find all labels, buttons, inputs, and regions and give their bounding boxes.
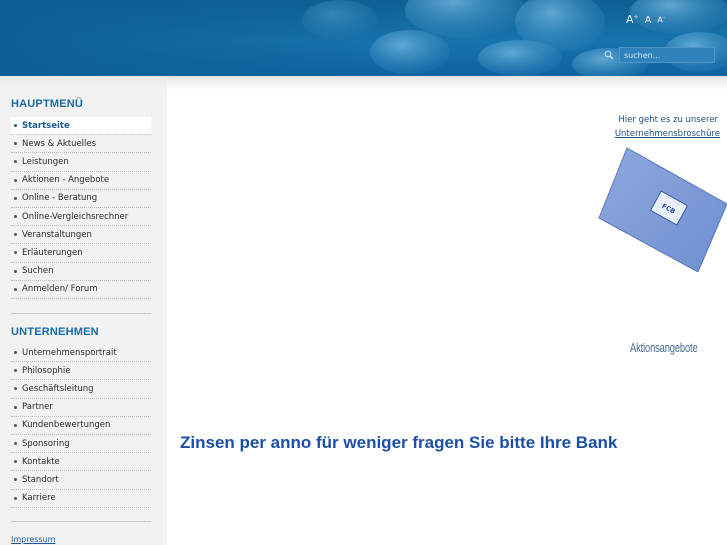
- main-menu-item-aktionen-angebote[interactable]: Aktionen - Angebote: [11, 172, 151, 190]
- sidebar-divider: [11, 521, 151, 522]
- bullet-icon: [14, 423, 17, 427]
- search-input[interactable]: [619, 47, 715, 63]
- main-menu-title: HAUPTMENÜ: [11, 98, 84, 110]
- company-menu: Unternehmensportrait Philosophie Geschäfts…: [11, 344, 151, 508]
- bullet-icon: [14, 369, 17, 373]
- bullet-icon: [14, 405, 17, 409]
- bullet-icon: [14, 142, 17, 146]
- company-menu-title: UNTERNEHMEN: [11, 326, 99, 338]
- brochure-cover-image[interactable]: FCB: [597, 146, 727, 272]
- main-menu-item-leistungen[interactable]: Leistungen: [11, 153, 151, 172]
- menu-item-label: Veranstaltungen: [22, 229, 92, 240]
- main-menu-item-startseite[interactable]: Startseite: [11, 117, 151, 136]
- menu-item-label: Suchen: [22, 266, 54, 277]
- offers-link[interactable]: Aktionsangebote: [630, 340, 698, 355]
- main-menu-item-online-vergleichsrechner[interactable]: Online-Vergleichsrechner: [11, 208, 151, 227]
- bullet-icon: [14, 287, 17, 291]
- bullet-icon: [14, 478, 17, 482]
- brochure-link[interactable]: Unternehmensbroschüre: [560, 129, 720, 139]
- company-menu-item-standort[interactable]: Standort: [11, 471, 151, 490]
- header-pebbles-graphic: [0, 0, 727, 76]
- bullet-icon: [14, 233, 17, 237]
- company-menu-item-kontakte[interactable]: Kontakte: [11, 453, 151, 472]
- font-reset-button[interactable]: A: [645, 15, 652, 26]
- menu-item-label: Startseite: [22, 120, 70, 131]
- main-menu: Startseite News & Aktuelles Leistungen Akti…: [11, 117, 151, 299]
- menu-item-label: News & Aktuelles: [22, 138, 97, 149]
- menu-item-label: Sponsoring: [22, 438, 70, 449]
- bullet-icon: [14, 496, 17, 500]
- bullet-icon: [14, 160, 17, 164]
- menu-item-label: Kontakte: [22, 456, 60, 467]
- font-decrease-button[interactable]: A-: [657, 14, 665, 25]
- menu-item-label: Unternehmensportrait: [22, 347, 117, 358]
- company-menu-item-unternehmensportrait[interactable]: Unternehmensportrait: [11, 344, 151, 363]
- bullet-icon: [14, 251, 17, 255]
- menu-item-label: Anmelden/ Forum: [22, 284, 98, 295]
- main-menu-item-erläuterungen[interactable]: Erläuterungen: [11, 244, 151, 263]
- menu-item-label: Erläuterungen: [22, 247, 83, 258]
- menu-item-label: Aktionen - Angebote: [22, 175, 110, 186]
- menu-item-label: Geschäftsleitung: [22, 383, 94, 394]
- main-menu-item-anmelden-forum[interactable]: Anmelden/ Forum: [11, 281, 151, 299]
- menu-item-label: Partner: [22, 402, 53, 413]
- bullet-icon: [14, 124, 17, 128]
- main-menu-item-online-beratung[interactable]: Online - Beratung: [11, 190, 151, 208]
- bullet-icon: [14, 460, 17, 464]
- menu-item-label: Leistungen: [22, 156, 69, 167]
- menu-item-label: Online - Beratung: [22, 193, 98, 204]
- font-increase-button[interactable]: A+: [626, 13, 639, 26]
- menu-item-label: Online-Vergleichsrechner: [22, 211, 129, 222]
- bullet-icon: [14, 196, 17, 200]
- menu-item-label: Standort: [22, 474, 59, 485]
- company-menu-item-geschäftsleitung[interactable]: Geschäftsleitung: [11, 380, 151, 399]
- font-size-controls: A+ A A-: [626, 13, 665, 26]
- main-menu-item-suchen[interactable]: Suchen: [11, 263, 151, 281]
- menu-item-label: Philosophie: [22, 365, 71, 376]
- company-menu-item-sponsoring[interactable]: Sponsoring: [11, 435, 151, 454]
- bullet-icon: [14, 387, 17, 391]
- impressum-link[interactable]: Impressum: [11, 535, 55, 544]
- bullet-icon: [14, 215, 17, 219]
- company-menu-item-kundenbewertungen[interactable]: Kundenbewertungen: [11, 417, 151, 435]
- site-header: A+ A A-: [0, 0, 727, 76]
- content-top-shadow: [167, 76, 727, 90]
- company-menu-item-partner[interactable]: Partner: [11, 399, 151, 417]
- brochure-intro-text: Hier geht es zu unserer: [618, 115, 718, 125]
- menu-item-label: Karriere: [22, 493, 56, 504]
- sidebar-divider: [11, 313, 151, 314]
- company-menu-item-philosophie[interactable]: Philosophie: [11, 362, 151, 381]
- bullet-icon: [14, 269, 17, 273]
- bullet-icon: [14, 442, 17, 446]
- company-menu-item-karriere[interactable]: Karriere: [11, 490, 151, 508]
- main-menu-item-news-aktuelles[interactable]: News & Aktuelles: [11, 135, 151, 154]
- headline: Zinsen per anno für weniger fragen Sie b…: [180, 433, 618, 452]
- menu-item-label: Kundenbewertungen: [22, 420, 111, 431]
- bullet-icon: [14, 178, 17, 182]
- bullet-icon: [14, 351, 17, 355]
- main-menu-item-veranstaltungen[interactable]: Veranstaltungen: [11, 226, 151, 245]
- search-icon: [604, 50, 614, 60]
